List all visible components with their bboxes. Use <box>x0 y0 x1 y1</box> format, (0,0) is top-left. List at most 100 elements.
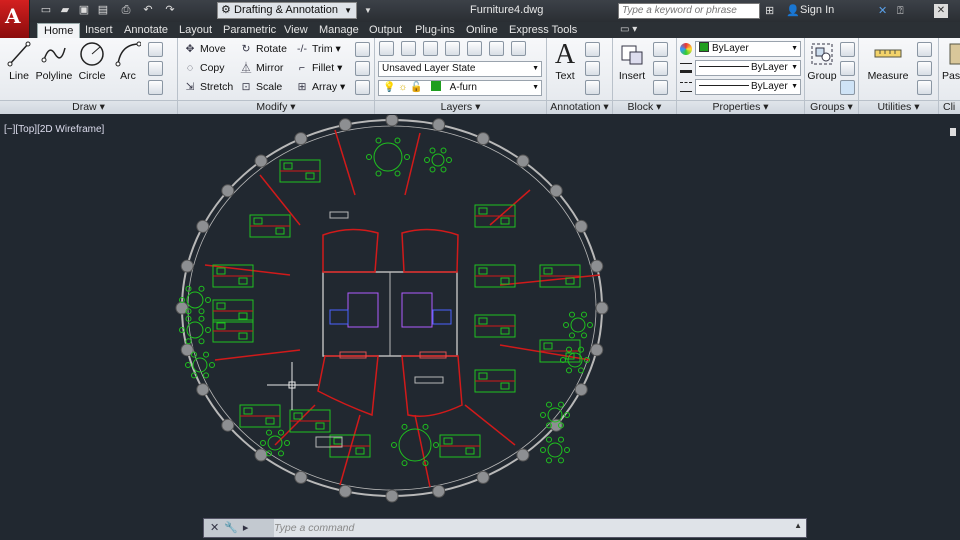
command-history-icon[interactable]: ▲ <box>794 521 802 530</box>
layer-state-dropdown[interactable]: Unsaved Layer State ▼ <box>378 61 542 77</box>
layer-icon[interactable] <box>401 41 416 56</box>
offset-icon[interactable] <box>355 80 370 95</box>
select-all-icon[interactable] <box>917 61 932 76</box>
color-value: ByLayer <box>712 43 749 54</box>
tab-view[interactable]: View <box>278 23 314 38</box>
arc-tool[interactable]: Arc <box>113 40 143 82</box>
tab-home[interactable]: Home <box>37 23 81 38</box>
boundary-icon[interactable] <box>148 80 163 95</box>
clipboard-panel-title[interactable]: Cli <box>939 100 960 114</box>
quick-select-icon[interactable] <box>917 42 932 57</box>
copy-tool[interactable]: ◌ Copy <box>183 60 225 77</box>
rectangle-icon[interactable] <box>148 42 163 57</box>
group-edit-icon[interactable] <box>840 61 855 76</box>
tab-parametric[interactable]: Parametric <box>217 23 282 38</box>
save-icon[interactable]: ▣ <box>76 3 92 18</box>
layer-dropdown[interactable]: 💡 ☼ 🔓 A-furn ▼ <box>378 80 542 96</box>
tab-output[interactable]: Output <box>363 23 408 38</box>
tab-insert[interactable]: Insert <box>79 23 119 38</box>
help-icon[interactable]: ⍰ <box>897 3 904 19</box>
utilities-panel-title[interactable]: Utilities ▾ <box>859 100 938 114</box>
sign-in-button[interactable]: Sign In <box>800 4 834 16</box>
hatch-icon[interactable] <box>148 61 163 76</box>
signin-icon[interactable]: 👤 <box>786 3 800 19</box>
dimension-icon[interactable] <box>585 42 600 57</box>
layer-icon[interactable] <box>467 41 482 56</box>
text-tool[interactable]: A Text <box>550 40 580 83</box>
move-tool[interactable]: ✥ Move <box>183 41 226 58</box>
exchange-icon[interactable]: ✕ <box>878 3 887 19</box>
color-dropdown[interactable]: ByLayer ▼ <box>695 41 801 57</box>
layer-properties-icon[interactable] <box>379 41 394 56</box>
ungroup-icon[interactable] <box>840 42 855 57</box>
tab-annotate[interactable]: Annotate <box>118 23 174 38</box>
ribbon-minimize-icon[interactable]: ▭ ▾ <box>620 24 637 35</box>
explode-icon[interactable] <box>355 61 370 76</box>
binoculars-icon[interactable]: ⊞ <box>765 3 774 19</box>
layer-icon[interactable] <box>423 41 438 56</box>
layer-icon[interactable] <box>511 41 526 56</box>
workspace-dropdown[interactable]: ⚙ Drafting & Annotation ▼ <box>217 2 357 19</box>
linetype-dropdown[interactable]: ByLayer ▼ <box>695 79 801 95</box>
group-tool[interactable]: Group <box>807 40 837 82</box>
tab-online[interactable]: Online <box>460 23 504 38</box>
erase-icon[interactable] <box>355 42 370 57</box>
match-properties-icon[interactable] <box>680 43 692 55</box>
floor-plan-drawing[interactable] <box>0 115 960 540</box>
table-icon[interactable] <box>585 80 600 95</box>
draw-panel-title[interactable]: Draw ▾ <box>0 100 177 114</box>
measure-tool[interactable]: Measure <box>865 40 911 82</box>
paste-tool[interactable]: Pas <box>942 40 960 82</box>
new-icon[interactable]: ▭ <box>38 3 54 18</box>
redo-icon[interactable]: ↷ <box>162 3 178 18</box>
circle-label: Circle <box>78 70 106 82</box>
plot-icon[interactable]: ⎙ <box>118 3 134 18</box>
create-block-icon[interactable] <box>653 42 668 57</box>
viewport-controls-label[interactable]: [−][Top][2D Wireframe] <box>4 124 104 135</box>
application-menu-button[interactable]: A <box>0 0 30 38</box>
circle-tool[interactable]: Circle <box>77 40 107 82</box>
insert-tool[interactable]: Insert <box>615 40 649 82</box>
polyline-tool[interactable]: Polyline <box>34 40 74 82</box>
command-input[interactable]: Type a command <box>274 521 794 535</box>
annotation-panel-title[interactable]: Annotation ▾ <box>547 100 612 114</box>
close-icon[interactable]: ✕ <box>934 4 948 18</box>
group-selection-icon[interactable] <box>840 80 855 95</box>
layer-icon[interactable] <box>489 41 504 56</box>
command-prompt-icon[interactable]: ▸ <box>243 522 254 534</box>
layer-icon[interactable] <box>445 41 460 56</box>
scale-tool[interactable]: ⊡ Scale <box>239 79 283 96</box>
tab-layout[interactable]: Layout <box>173 23 218 38</box>
open-icon[interactable]: ▰ <box>57 3 73 18</box>
quick-access-dropdown-icon[interactable]: ▼ <box>360 3 376 18</box>
drawing-viewport[interactable]: [−][Top][2D Wireframe] <box>0 115 960 540</box>
layers-title: Layers <box>440 101 473 113</box>
modify-panel-title[interactable]: Modify ▾ <box>178 100 374 114</box>
layers-panel-title[interactable]: Layers ▾ <box>375 100 546 114</box>
tab-express-tools[interactable]: Express Tools <box>503 23 583 38</box>
array-tool[interactable]: ⊞ Array ▾ <box>295 79 346 96</box>
edit-block-icon[interactable] <box>653 61 668 76</box>
lineweight-dropdown[interactable]: ByLayer ▼ <box>695 60 801 76</box>
wrench-icon[interactable]: 🔧 <box>224 522 243 534</box>
tab-plug-ins[interactable]: Plug-ins <box>409 23 461 38</box>
rotate-tool[interactable]: ↻ Rotate <box>239 41 287 58</box>
trim-tool[interactable]: -/- Trim ▾ <box>295 41 341 58</box>
column <box>516 154 530 168</box>
close-icon[interactable]: ✕ <box>210 522 224 534</box>
search-input[interactable]: Type a keyword or phrase <box>618 3 760 19</box>
attribute-icon[interactable] <box>653 80 668 95</box>
mirror-tool[interactable]: ⏅ Mirror <box>239 60 284 77</box>
saveas-icon[interactable]: ▤ <box>95 3 111 18</box>
tab-manage[interactable]: Manage <box>313 23 365 38</box>
line-tool[interactable]: Line <box>4 40 34 82</box>
stretch-tool[interactable]: ⇲ Stretch <box>183 79 234 96</box>
undo-icon[interactable]: ↶ <box>140 3 156 18</box>
viewport-maximize-icon[interactable] <box>950 128 956 136</box>
leader-icon[interactable] <box>585 61 600 76</box>
groups-panel-title[interactable]: Groups ▾ <box>805 100 858 114</box>
fillet-tool[interactable]: ⌐ Fillet ▾ <box>295 60 342 77</box>
block-panel-title[interactable]: Block ▾ <box>613 100 676 114</box>
calculator-icon[interactable] <box>917 80 932 95</box>
properties-panel-title[interactable]: Properties ▾ <box>677 100 804 114</box>
